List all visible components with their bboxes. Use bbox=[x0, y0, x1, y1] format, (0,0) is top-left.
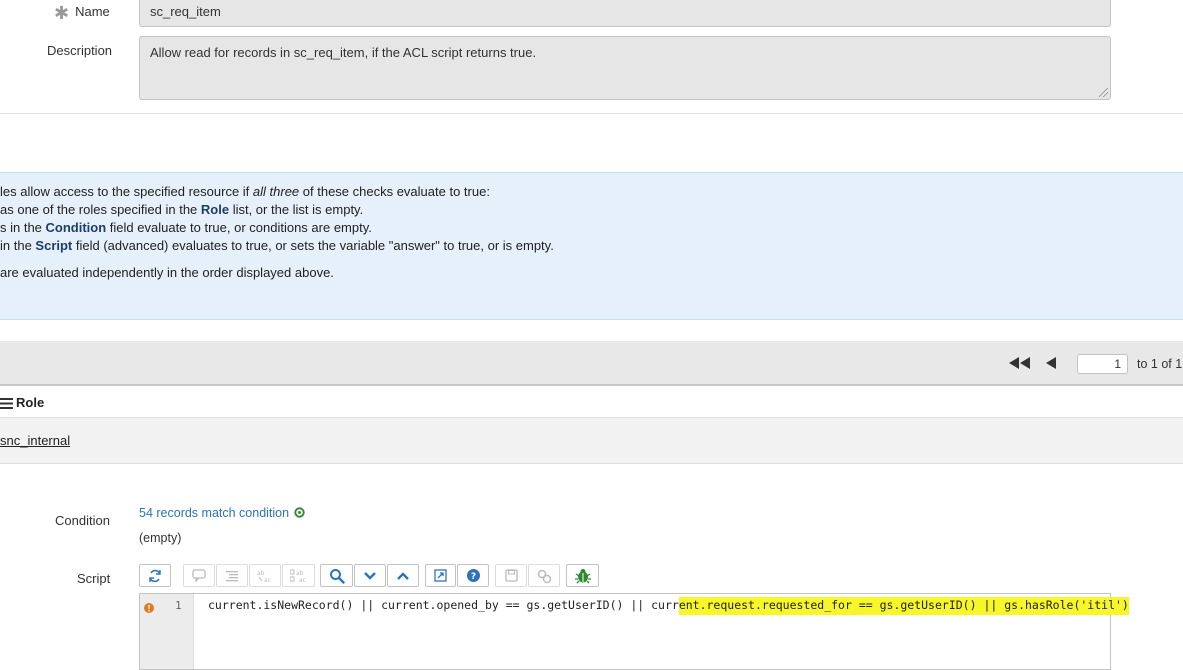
comment-icon bbox=[192, 569, 206, 582]
description-label: Description bbox=[47, 43, 113, 58]
replace-icon: abac bbox=[257, 570, 271, 583]
page-number-input[interactable]: 1 bbox=[1077, 354, 1128, 374]
search-icon bbox=[329, 568, 345, 584]
replace-all-icon: abac bbox=[289, 569, 306, 583]
info-line-3: s in the Condition field evaluate to tru… bbox=[0, 220, 372, 235]
condition-label: Condition bbox=[55, 513, 110, 528]
info-line-4: in the Script field (advanced) evaluates… bbox=[0, 238, 554, 253]
role-link[interactable]: snc_internal bbox=[0, 433, 70, 448]
find-next-button[interactable] bbox=[354, 564, 386, 587]
help-icon: ? bbox=[466, 569, 480, 582]
script-editor[interactable]: 1 current.isNewRecord() || current.opene… bbox=[139, 593, 1129, 670]
name-field[interactable]: sc_req_item bbox=[139, 0, 1111, 27]
format-code-button[interactable] bbox=[216, 564, 248, 587]
column-menu-icon[interactable] bbox=[0, 397, 13, 412]
previous-page-icon[interactable] bbox=[1044, 356, 1058, 373]
required-asterisk-icon: ✱ bbox=[54, 2, 70, 23]
condition-match-text: 54 records match condition bbox=[139, 506, 290, 520]
svg-text:ac: ac bbox=[264, 577, 271, 583]
svg-text:ab: ab bbox=[296, 570, 304, 577]
role-header-label: Role bbox=[16, 395, 45, 410]
script-debug-link-button[interactable] bbox=[528, 564, 560, 587]
list-pager-bar: 1 to 1 of 1 bbox=[0, 341, 1183, 386]
editor-gutter: 1 bbox=[140, 594, 194, 669]
info-text: field evaluate to true, or conditions ar… bbox=[106, 220, 372, 235]
info-text: as one of the roles specified in the bbox=[0, 202, 201, 217]
warning-icon[interactable] bbox=[144, 601, 154, 616]
replace-button[interactable]: ab ac bbox=[249, 564, 281, 587]
toggle-syntax-button[interactable] bbox=[139, 564, 171, 587]
syntax-toggle-icon bbox=[149, 569, 161, 582]
chevron-down-icon bbox=[364, 571, 376, 580]
info-bold-condition: Condition bbox=[45, 220, 107, 235]
link-gear-icon bbox=[537, 569, 552, 583]
info-text: of these checks evaluate to true: bbox=[299, 184, 490, 199]
fullscreen-button[interactable] bbox=[425, 564, 456, 587]
name-label-text: Name bbox=[75, 4, 110, 19]
info-text: in the bbox=[0, 238, 36, 253]
section-divider bbox=[0, 113, 1183, 114]
code-text: current.isNewRecord() || current.opened_… bbox=[208, 598, 679, 612]
svg-text:ab: ab bbox=[257, 570, 265, 577]
name-label: ✱ Name bbox=[54, 4, 110, 22]
acl-info-panel: les allow access to the specified resour… bbox=[0, 172, 1183, 320]
info-text: s in the bbox=[0, 220, 46, 235]
table-row: snc_internal bbox=[0, 418, 1183, 464]
code-highlighted-text: ent.request.requested_for == gs.getUserI… bbox=[678, 597, 1129, 615]
info-text: les allow access to the specified resour… bbox=[0, 184, 253, 199]
info-bold-role: Role bbox=[200, 202, 230, 217]
script-label: Script bbox=[77, 571, 111, 586]
role-column-header[interactable]: Role bbox=[0, 388, 1183, 418]
description-value: Allow read for records in sc_req_item, i… bbox=[150, 45, 537, 60]
search-button[interactable] bbox=[320, 564, 353, 587]
info-text: field (advanced) evaluates to true, or s… bbox=[72, 238, 554, 253]
save-icon bbox=[504, 569, 518, 582]
info-text: list, or the list is empty. bbox=[229, 202, 364, 217]
chevron-up-icon bbox=[397, 571, 409, 580]
first-page-icon[interactable] bbox=[1007, 356, 1033, 373]
script-debugger-button[interactable] bbox=[566, 564, 599, 587]
bug-icon bbox=[574, 568, 591, 583]
replace-all-button[interactable]: ab ac bbox=[282, 564, 315, 587]
find-previous-button[interactable] bbox=[387, 564, 419, 587]
refresh-gear-icon[interactable] bbox=[293, 506, 306, 519]
description-textarea[interactable]: Allow read for records in sc_req_item, i… bbox=[139, 36, 1111, 100]
svg-text:?: ? bbox=[470, 572, 475, 582]
line-number: 1 bbox=[175, 599, 182, 612]
info-line-2: as one of the roles specified in the Rol… bbox=[0, 202, 363, 217]
help-button[interactable]: ? bbox=[457, 564, 489, 587]
format-icon bbox=[226, 570, 238, 581]
save-script-button[interactable] bbox=[495, 564, 527, 587]
info-emphasis: all three bbox=[252, 184, 300, 199]
condition-match-link[interactable]: 54 records match condition bbox=[139, 506, 306, 520]
resize-grip-icon[interactable] bbox=[1099, 88, 1108, 97]
page-range-text: to 1 of 1 bbox=[1137, 357, 1183, 371]
name-field-value: sc_req_item bbox=[150, 4, 221, 19]
expand-icon bbox=[434, 569, 447, 582]
svg-text:ac: ac bbox=[299, 577, 306, 583]
comment-button[interactable] bbox=[183, 564, 215, 587]
info-bold-script: Script bbox=[35, 238, 73, 253]
code-line-1[interactable]: current.isNewRecord() || current.opened_… bbox=[208, 597, 1129, 615]
condition-empty-text: (empty) bbox=[139, 531, 182, 545]
info-line-1: les allow access to the specified resour… bbox=[0, 184, 490, 199]
info-line-5: are evaluated independently in the order… bbox=[0, 265, 334, 280]
